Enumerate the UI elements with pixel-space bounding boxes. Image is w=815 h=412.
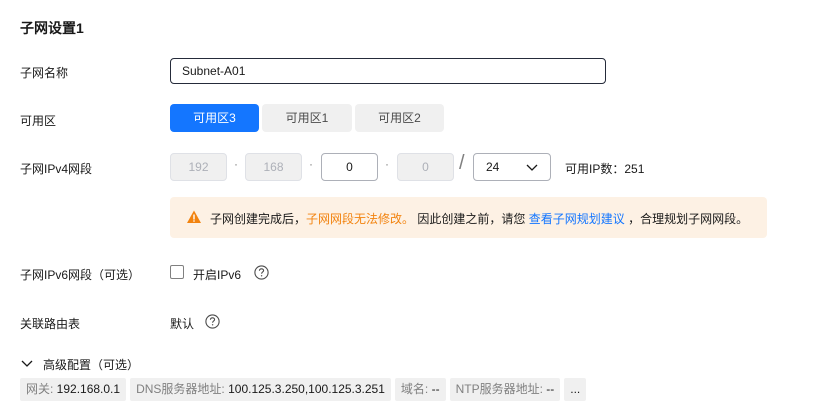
ipv6-checkbox-label: 开启IPv6 (193, 268, 242, 282)
more-tag[interactable]: ... (564, 378, 587, 401)
subnet-name-label: 子网名称 (20, 66, 69, 80)
alert-message: 子网创建完成后，子网网段无法修改。 因此创建之前，请您 查看子网规划建议 ，合理… (210, 212, 749, 226)
az-option-1[interactable]: 可用区1 (262, 104, 352, 132)
ipv4-dot-2: · (309, 157, 313, 171)
domain-tag: 域名: -- (394, 378, 446, 401)
warning-alert: 子网创建完成后，子网网段无法修改。 因此创建之前，请您 查看子网规划建议 ，合理… (170, 197, 767, 238)
mask-value: 24 (486, 160, 500, 174)
help-icon[interactable] (205, 314, 220, 329)
subnet-planning-link[interactable]: 查看子网规划建议 (529, 212, 625, 226)
ipv4-dot-3: · (385, 157, 389, 171)
advanced-config-summary: 网关: 192.168.0.1 DNS服务器地址: 100.125.3.250,… (20, 378, 587, 401)
mask-select[interactable]: 24 (473, 153, 551, 181)
ipv4-dot-1: · (234, 157, 238, 171)
route-table-label: 关联路由表 (20, 317, 81, 331)
az-option-3[interactable]: 可用区3 (170, 104, 259, 132)
ipv4-octet-4: 0 (397, 153, 454, 181)
subnet-name-input[interactable] (170, 58, 606, 84)
section-title: 子网设置1 (20, 20, 84, 36)
az-label: 可用区 (20, 114, 57, 128)
ipv4-slash: / (459, 152, 465, 174)
ipv4-label: 子网IPv4网段 (20, 162, 93, 176)
ipv4-octet-3-input[interactable]: 0 (321, 153, 378, 181)
advanced-config-toggle[interactable]: 高级配置（可选） (43, 356, 139, 373)
chevron-down-icon (526, 164, 538, 171)
az-option-2[interactable]: 可用区2 (355, 104, 444, 132)
route-table-value: 默认 (170, 317, 195, 331)
gateway-tag: 网关: 192.168.0.1 (20, 378, 127, 401)
dns-tag: DNS服务器地址: 100.125.3.250,100.125.3.251 (130, 378, 391, 401)
help-icon[interactable] (254, 265, 269, 280)
ntp-tag: NTP服务器地址: -- (449, 378, 561, 401)
ipv4-octet-1: 192 (170, 153, 227, 181)
ipv6-checkbox[interactable] (170, 265, 184, 279)
warning-icon (187, 210, 201, 223)
chevron-down-icon[interactable] (21, 358, 33, 368)
available-ip-count: 可用IP数：251 (565, 162, 645, 176)
ipv6-label: 子网IPv6网段（可选） (20, 268, 141, 282)
ipv4-octet-2: 168 (245, 153, 302, 181)
